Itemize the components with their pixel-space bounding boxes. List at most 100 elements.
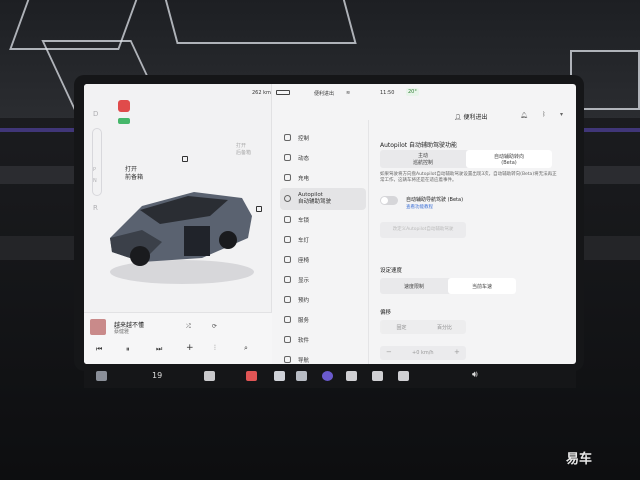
status-bar: 262 km 便利进出 ≋ 11:50 20° [84, 84, 576, 102]
option-label: 自动辅助转向 [493, 153, 524, 160]
option-autosteer[interactable]: 自动辅助转向 (Beta) [466, 150, 552, 168]
gear-n: N [93, 178, 97, 184]
open-trunk-button[interactable]: 打开 后备箱 [236, 142, 251, 156]
cabin-temperature[interactable]: 19 [152, 371, 162, 380]
autopilot-mode-selector: 主动 巡航控制 自动辅助转向 (Beta) [380, 150, 552, 168]
option-percentage[interactable]: 百分比 [423, 320, 466, 334]
toggle-icon [284, 134, 291, 141]
volume-icon[interactable]: 🔊︎ [472, 370, 478, 380]
search-icon[interactable]: ⌕ [244, 344, 248, 353]
menu-item-label: 预约 [298, 298, 310, 304]
menu-item-software[interactable]: 软件 [280, 330, 366, 350]
gear-p: P [93, 167, 97, 173]
repeat-icon[interactable]: ⟳ [212, 323, 217, 330]
menu-item-label: Autopilot [298, 192, 323, 198]
menu-item-display[interactable]: 显示 [280, 270, 366, 290]
car-3d-model[interactable] [102, 186, 262, 286]
shuffle-icon[interactable]: ⤮ [186, 323, 191, 331]
calendar-icon[interactable] [372, 371, 383, 381]
customize-autopilot-button[interactable]: 改定义Autopilot自动辅助驾驶 [380, 222, 466, 238]
menu-item-sublabel: 自动辅助驾驶 [298, 199, 332, 205]
gear-d: D [93, 110, 99, 118]
clock-time: 11:50 [380, 90, 395, 96]
open-frunk-button[interactable]: 打开 前备箱 [125, 166, 143, 182]
toybox-icon[interactable] [322, 371, 333, 381]
option-traffic-aware-cruise[interactable]: 主动 巡航控制 [380, 150, 466, 168]
offset-value: +0 km/h [412, 350, 434, 356]
tutorial-link[interactable]: 查看功能教程 [406, 204, 433, 210]
energy-icon[interactable] [296, 371, 307, 381]
navigation-icon [284, 356, 291, 363]
option-fixed[interactable]: 固定 [380, 320, 423, 334]
toggle-knob [381, 197, 388, 204]
menu-item-label: 车锁 [298, 218, 310, 224]
camera-icon[interactable] [246, 371, 257, 381]
menu-item-service[interactable]: 服务 [280, 310, 366, 330]
dashcam-icon[interactable] [346, 371, 357, 381]
menu-item-controls[interactable]: 控制 [280, 128, 366, 148]
profile-status[interactable]: 便利进出 [314, 90, 334, 97]
menu-item-seats[interactable]: 座椅 [280, 250, 366, 270]
option-speed-limit[interactable]: 速度限制 [380, 278, 448, 294]
menu-item-label: 控制 [298, 136, 310, 142]
option-label: (Beta) [501, 159, 517, 166]
mic-icon[interactable] [398, 371, 409, 381]
battery-range: 262 km [252, 90, 271, 96]
menu-item-navigation[interactable]: 导航 [280, 350, 366, 364]
menu-item-label: 动态 [298, 156, 310, 162]
album-art [90, 319, 106, 335]
menu-item-locks[interactable]: 车锁 [280, 210, 366, 230]
menu-item-label: 服务 [298, 318, 310, 324]
menu-item-autopilot[interactable]: Autopilot 自动辅助驾驶 [280, 188, 366, 210]
bluetooth-icon[interactable]: ᛒ [542, 111, 546, 118]
artist-name: 蔡健雅 [114, 329, 130, 335]
more-apps-icon[interactable] [274, 371, 285, 381]
car-open-door [184, 226, 210, 256]
touchscreen: D P N R 打开 前备箱 打开 后备箱 越来越不懂 蔡健雅 ⤮ ⟳ ⏮ ⏸ … [84, 84, 576, 364]
profile-label: 便利进出 [463, 114, 488, 121]
offset-title: 偏移 [380, 310, 392, 316]
previous-track-icon[interactable]: ⏮ [96, 345, 102, 354]
seat-heater-icon[interactable] [204, 371, 215, 381]
menu-divider [368, 120, 369, 364]
profile-button[interactable]: 👤︎ 便利进出 [454, 112, 488, 121]
navigate-on-autopilot-toggle[interactable] [380, 196, 398, 205]
car-panel: D P N R 打开 前备箱 打开 后备箱 越来越不懂 蔡健雅 ⤮ ⟳ ⏮ ⏸ … [84, 84, 272, 364]
bolt-icon [284, 174, 291, 181]
taskbar: 19 🔊︎ [84, 364, 576, 388]
decrease-offset-button[interactable]: − [386, 348, 392, 356]
seatbelt-icon [118, 118, 130, 124]
car-icon[interactable] [96, 371, 107, 381]
increase-offset-button[interactable]: + [454, 348, 460, 356]
menu-item-label: 充电 [298, 176, 310, 182]
gear-r: R [93, 204, 98, 212]
seat-icon [284, 256, 291, 263]
user-icon: 👤︎ [454, 114, 464, 121]
display-icon [284, 276, 291, 283]
menu-item-label: 导航 [298, 358, 310, 364]
unlock-icon[interactable] [182, 156, 188, 162]
pause-icon[interactable]: ⏸ [126, 345, 130, 354]
settings-menu: 控制 动态 充电 Autopilot 自动辅助驾驶 车锁 车灯 座椅 显示 预约 … [280, 128, 366, 364]
menu-item-dynamics[interactable]: 动态 [280, 148, 366, 168]
menu-item-label: 显示 [298, 278, 310, 284]
equalizer-icon[interactable]: ⫶ [214, 344, 216, 353]
wrench-icon [284, 316, 291, 323]
next-track-icon[interactable]: ⏭ [156, 345, 162, 354]
light-icon [284, 236, 291, 243]
chevron-down-icon[interactable]: ▾ [560, 111, 563, 118]
menu-item-label: 座椅 [298, 258, 310, 264]
option-current-speed[interactable]: 当前车速 [448, 278, 516, 294]
menu-item-charging[interactable]: 充电 [280, 168, 366, 188]
bell-icon[interactable]: 🔔︎ [520, 112, 528, 119]
open-frunk-label: 打开 [125, 166, 138, 173]
download-icon [284, 336, 291, 343]
menu-item-label: 软件 [298, 338, 310, 344]
menu-item-schedule[interactable]: 预约 [280, 290, 366, 310]
outside-temperature: 20° [406, 88, 419, 96]
open-frunk-label: 前备箱 [125, 174, 144, 181]
menu-item-lights[interactable]: 车灯 [280, 230, 366, 250]
add-favorite-icon[interactable]: + [186, 343, 194, 353]
car-wheel [219, 231, 237, 249]
menu-item-label: 车灯 [298, 238, 310, 244]
